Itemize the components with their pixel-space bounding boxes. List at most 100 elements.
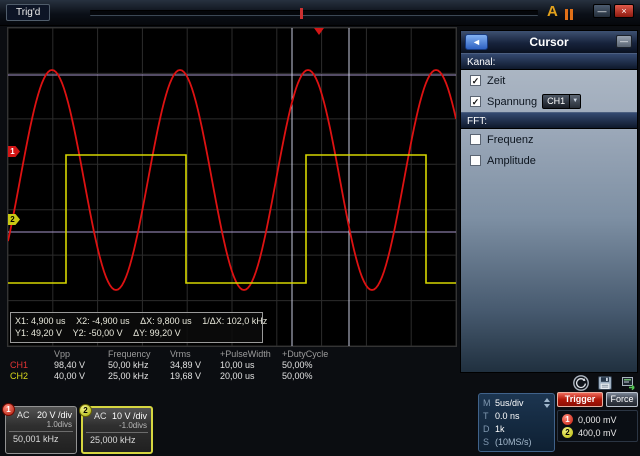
ch1-badge: 1 (562, 414, 573, 425)
ch2-number-badge: 2 (79, 404, 92, 417)
toolbar-icons (540, 374, 638, 392)
ch2-coupling: AC (94, 411, 107, 430)
record-depth-row[interactable]: D 1k (483, 422, 550, 435)
meas-value: 98,40 V (54, 360, 108, 371)
ch1-volts-per-div: 20 V /div (37, 410, 72, 420)
ch2-trigger-level-row[interactable]: 2 400,0 mV (562, 426, 633, 439)
auto-trigger-indicator: A (547, 3, 558, 20)
ch1-row-label: CH1 (8, 360, 54, 371)
frequenz-option-row[interactable]: Frequenz (461, 129, 637, 150)
fft-section-header: FFT: (461, 112, 637, 129)
cursor-dy: ΔY: 99,20 V (133, 327, 181, 339)
trigger-delay-value: 0.0 ns (495, 411, 550, 421)
oscilloscope-display[interactable]: 1 2 X1: 4,900 us X2: -4,900 us ΔX: 9,800… (8, 28, 456, 346)
amplitude-checkbox[interactable] (470, 155, 481, 166)
save-icon[interactable] (596, 374, 614, 392)
timebase-panel: M 5us/div T 0.0 ns D 1k S (10MS/s) (478, 393, 555, 452)
close-button[interactable]: × (614, 4, 634, 18)
trigger-button[interactable]: Trigger (557, 392, 603, 407)
kanal-section-header: Kanal: (461, 53, 637, 70)
frequenz-label: Frequenz (487, 134, 533, 146)
trigger-position-slider-marker[interactable] (300, 8, 303, 19)
ch1-frequency: 50,001 kHz (9, 431, 73, 444)
spinner-up-icon[interactable] (544, 398, 550, 402)
column-header-frequency: Frequency (108, 349, 170, 360)
cursor-panel-body: Kanal: ✓ Zeit ✓ Spannung CH1 ▼ FFT: Freq… (461, 53, 637, 171)
meas-value: 34,89 V (170, 360, 220, 371)
trigger-position-icon[interactable] (314, 28, 324, 35)
panel-minimize-button[interactable]: — (616, 35, 632, 48)
sample-rate-value: (10MS/s) (495, 437, 550, 447)
amplitude-option-row[interactable]: Amplitude (461, 150, 637, 171)
zeit-label: Zeit (487, 75, 505, 87)
ch2-panel[interactable]: 2 AC 10 V /div -1.0divs 25,000 kHz (81, 406, 153, 454)
timebase-spinner[interactable] (544, 398, 550, 408)
channel-select-value: CH1 (543, 95, 569, 108)
titlebar: Trig'd A — × (0, 0, 640, 26)
ch2-trigger-level-value: 400,0 mV (578, 428, 617, 438)
ch1-trigger-level-row[interactable]: 1 0,000 mV (562, 413, 633, 426)
autoset-icon[interactable] (572, 374, 590, 392)
timebase-value: 5us/div (495, 398, 544, 408)
column-header-pulsewidth: +PulseWidth (220, 349, 282, 360)
ch2-frequency: 25,000 kHz (86, 432, 148, 445)
ch2-offset: -1.0divs (112, 421, 147, 430)
ch2-measurements-row: CH2 40,00 V 25,00 kHz 19,68 V 20,00 us 5… (8, 371, 460, 382)
record-depth-value: 1k (495, 424, 550, 434)
chevron-down-icon[interactable]: ▼ (569, 95, 580, 108)
zeit-option-row[interactable]: ✓ Zeit (461, 70, 637, 91)
trigger-level-box: 1 0,000 mV 2 400,0 mV (557, 410, 638, 442)
meas-corner (8, 349, 54, 360)
column-header-vpp: Vpp (54, 349, 108, 360)
timebase-row-m[interactable]: M 5us/div (483, 396, 550, 409)
horizontal-position-slider[interactable] (90, 10, 538, 16)
column-header-dutycycle: +DutyCycle (282, 349, 338, 360)
column-header-vrms: Vrms (170, 349, 220, 360)
ch1-measurements-row: CH1 98,40 V 50,00 kHz 34,89 V 10,00 us 5… (8, 360, 460, 371)
ch2-row-label: CH2 (8, 371, 54, 382)
cursor-dx: ΔX: 9,800 us (140, 315, 192, 327)
back-arrow-icon: ◄ (472, 37, 481, 47)
meas-value: 20,00 us (220, 371, 282, 382)
trigger-delay-row: T 0.0 ns (483, 409, 550, 422)
ch1-panel[interactable]: 1 AC 20 V /div 1.0divs 50,001 kHz (5, 406, 77, 454)
spannung-label: Spannung (487, 96, 537, 108)
cursor-panel: ◄ Cursor — Kanal: ✓ Zeit ✓ Spannung CH1 … (460, 30, 638, 373)
cursor-panel-titlebar: ◄ Cursor — (461, 31, 637, 53)
frequenz-checkbox[interactable] (470, 134, 481, 145)
force-button[interactable]: Force (606, 392, 638, 407)
spannung-option-row[interactable]: ✓ Spannung CH1 ▼ (461, 91, 637, 112)
meas-value: 10,00 us (220, 360, 282, 371)
trigger-delay-label: T (483, 411, 495, 421)
meas-value: 19,68 V (170, 371, 220, 382)
minimize-button[interactable]: — (593, 4, 611, 18)
cursor-y1: Y1: 49,20 V (15, 327, 62, 339)
cursor-x2: X2: -4,900 us (76, 315, 130, 327)
trigger-status: Trig'd (6, 4, 50, 21)
spannung-checkbox[interactable]: ✓ (470, 96, 481, 107)
measurements-header-row: Vpp Frequency Vrms +PulseWidth +DutyCycl… (8, 349, 460, 360)
ch2-volts-per-div: 10 V /div (112, 411, 147, 421)
measurements-table: Vpp Frequency Vrms +PulseWidth +DutyCycl… (8, 349, 460, 382)
cursor-y2: Y2: -50,00 V (73, 327, 123, 339)
zeit-checkbox[interactable]: ✓ (470, 75, 481, 86)
export-icon[interactable] (620, 374, 638, 392)
ch1-offset: 1.0divs (37, 420, 72, 429)
trigger-controls: Trigger Force 1 0,000 mV 2 400,0 mV (557, 392, 638, 442)
sample-rate-row: S (10MS/s) (483, 435, 550, 448)
ch1-coupling: AC (17, 410, 30, 429)
meas-value: 50,00 kHz (108, 360, 170, 371)
ch1-number-badge: 1 (2, 403, 15, 416)
spinner-down-icon[interactable] (544, 404, 550, 408)
back-button[interactable]: ◄ (465, 34, 488, 50)
channel-select-dropdown[interactable]: CH1 ▼ (542, 94, 581, 109)
meas-value: 25,00 kHz (108, 371, 170, 382)
amplitude-label: Amplitude (487, 155, 536, 167)
waveform-canvas (8, 28, 456, 346)
pause-icon[interactable] (565, 7, 575, 25)
cursor-x1: X1: 4,900 us (15, 315, 66, 327)
ch2-badge: 2 (562, 427, 573, 438)
sample-rate-label: S (483, 437, 495, 447)
meas-value: 50,00% (282, 371, 338, 382)
record-depth-label: D (483, 424, 495, 434)
